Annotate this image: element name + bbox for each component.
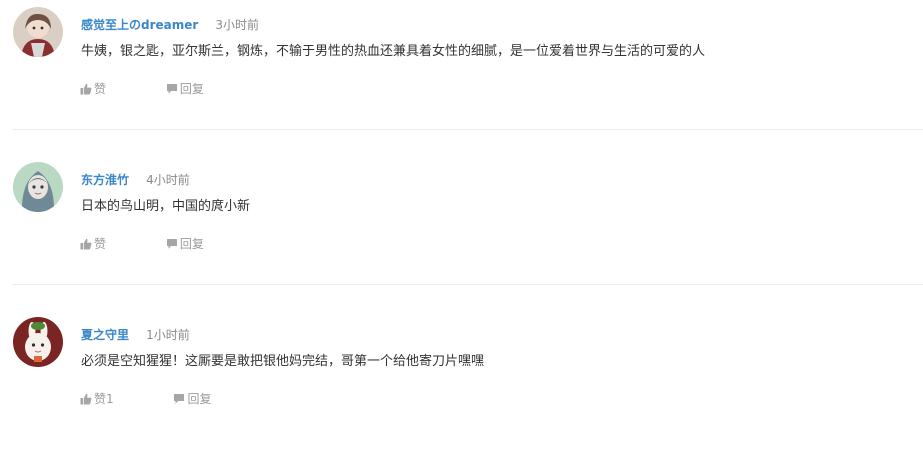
comment-item: 东方淮竹 4小时前 日本的鸟山明，中国的庹小新 赞 回复 — [0, 155, 923, 310]
like-button[interactable]: 赞 — [80, 80, 106, 98]
timestamp: 1小时前 — [146, 328, 190, 342]
comment-text: 日本的鸟山明，中国的庹小新 — [81, 199, 251, 214]
username-link[interactable]: 感觉至上のdreamer — [81, 18, 198, 32]
comment-meta: 夏之守里 1小时前 — [81, 325, 190, 343]
timestamp: 3小时前 — [215, 18, 260, 32]
like-count: 赞 — [94, 82, 107, 96]
reply-label: 回复 — [187, 392, 212, 406]
reply-button[interactable]: 回复 — [173, 390, 211, 408]
comment-actions: 赞1 回复 — [80, 390, 211, 408]
reply-label: 回复 — [179, 82, 204, 96]
like-count: 赞 — [94, 237, 107, 251]
avatar[interactable] — [13, 317, 63, 367]
speech-bubble-icon — [166, 239, 177, 249]
avatar[interactable] — [13, 162, 63, 212]
timestamp: 4小时前 — [146, 173, 190, 187]
like-count: 赞1 — [94, 392, 114, 406]
reply-button[interactable]: 回复 — [166, 80, 204, 98]
reply-label: 回复 — [179, 237, 204, 251]
comment-text: 必须是空知猩猩！这厮要是敢把银他妈完结，哥第一个给他寄刀片嘿嘿 — [81, 354, 485, 369]
speech-bubble-icon — [174, 394, 185, 404]
username-link[interactable]: 东方淮竹 — [81, 173, 129, 187]
divider — [12, 284, 923, 285]
comment-meta: 感觉至上のdreamer 3小时前 — [81, 15, 259, 33]
comment-item: 夏之守里 1小时前 必须是空知猩猩！这厮要是敢把银他妈完结，哥第一个给他寄刀片嘿… — [0, 310, 923, 465]
thumbs-up-icon — [80, 83, 92, 95]
comment-item: 感觉至上のdreamer 3小时前 牛姨，银之匙，亚尔斯兰，钢炼，不输于男性的热… — [0, 0, 923, 155]
comment-actions: 赞 回复 — [80, 80, 204, 98]
reply-button[interactable]: 回复 — [166, 235, 204, 253]
like-button[interactable]: 赞1 — [80, 390, 114, 408]
speech-bubble-icon — [166, 84, 177, 94]
like-button[interactable]: 赞 — [80, 235, 106, 253]
comment-actions: 赞 回复 — [80, 235, 204, 253]
comment-meta: 东方淮竹 4小时前 — [81, 170, 190, 188]
divider — [12, 129, 923, 130]
thumbs-up-icon — [80, 238, 92, 250]
username-link[interactable]: 夏之守里 — [81, 328, 129, 342]
avatar[interactable] — [13, 7, 63, 57]
thumbs-up-icon — [80, 393, 92, 405]
comment-text: 牛姨，银之匙，亚尔斯兰，钢炼，不输于男性的热血还兼具着女性的细腻，是一位爱着世界… — [81, 44, 706, 59]
